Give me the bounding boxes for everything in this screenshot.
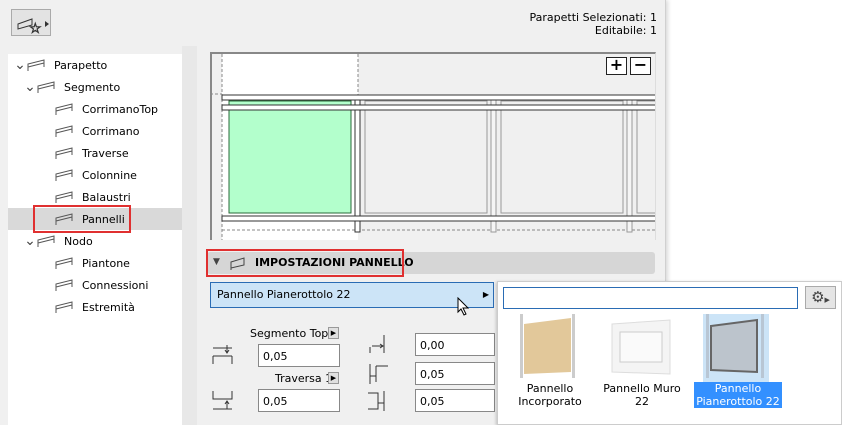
tree-item[interactable]: Piantone (8, 252, 182, 274)
component-icon (55, 169, 73, 181)
segment-top-menu-button[interactable]: ▶ (328, 327, 339, 339)
tree-item[interactable]: Connessioni (8, 274, 182, 296)
left-gap-input[interactable]: 0,05 (415, 362, 495, 385)
side-offset-input[interactable]: 0,00 (415, 333, 495, 356)
tree-item-label: Connessioni (82, 278, 149, 292)
bottom-offset-icon (212, 391, 233, 410)
component-icon (37, 235, 55, 247)
component-icon (55, 301, 73, 313)
railing-drawing (212, 54, 655, 240)
splitter[interactable] (182, 46, 197, 425)
tree-item-label: Colonnine (82, 168, 137, 182)
traverse-label: Traversa 1 (275, 372, 333, 385)
component-icon (55, 103, 73, 115)
item-label: Pannello Incorporato (518, 382, 582, 408)
right-gap-icon (368, 391, 385, 411)
tree-item[interactable]: ⌄ Parapetto (8, 54, 182, 76)
item-label-selected: Pannello Pianerottolo 22 (694, 382, 782, 408)
item-label: Pannello Muro 22 (603, 382, 681, 408)
tree-item-label: CorrimanoTop (82, 102, 159, 116)
gear-icon: ⚙ (811, 288, 825, 306)
settings-gear-button[interactable]: ⚙▶ (805, 286, 836, 309)
component-icon (55, 257, 73, 269)
tree-item[interactable]: Traverse (8, 142, 182, 164)
tree-item[interactable]: Corrimano (8, 120, 182, 142)
chevron-down-icon[interactable]: ⌄ (24, 234, 36, 248)
component-icon (27, 59, 45, 71)
tree-item-label: Piantone (82, 256, 130, 270)
tree-item-label: Segmento (64, 80, 121, 94)
top-offset-input[interactable]: 0,05 (258, 344, 340, 367)
railing-preview[interactable]: + − (210, 52, 656, 240)
svg-text:☆: ☆ (29, 21, 42, 37)
side-offset-icon (369, 335, 385, 353)
railing-star-icon: ☆ (17, 18, 49, 37)
component-icon (37, 81, 55, 93)
zoom-in-button[interactable]: + (606, 57, 627, 75)
highlight-box (206, 249, 404, 277)
thumb-pannello-muro[interactable] (608, 314, 674, 382)
tree-item-label: Balaustri (82, 190, 131, 204)
top-offset-icon (212, 345, 233, 364)
tree-item-label: Corrimano (82, 124, 140, 138)
right-gap-input[interactable]: 0,05 (415, 389, 495, 412)
component-icon (55, 125, 73, 137)
thumb-pannello-pianerottolo[interactable] (703, 314, 769, 382)
panel-type-value: Pannello Pianerottolo 22 (217, 288, 351, 301)
panel-type-select[interactable]: Pannello Pianerottolo 22 ▶ (210, 282, 494, 308)
editable-count: Editabile: 1 (594, 24, 657, 37)
tree-item[interactable]: CorrimanoTop (8, 98, 182, 120)
zoom-out-button[interactable]: − (630, 57, 651, 75)
selected-count: Parapetti Selezionati: 1 (529, 11, 658, 24)
mouse-cursor-icon (457, 297, 470, 316)
selected-panel (228, 100, 352, 214)
tree-item[interactable]: ⌄ Nodo (8, 230, 182, 252)
chevron-down-icon[interactable]: ⌄ (24, 80, 36, 94)
component-icon (55, 191, 73, 203)
wall-panel-icon (611, 319, 671, 375)
component-icon (55, 147, 73, 159)
tree-item-label: Estremità (82, 300, 135, 314)
component-tree: ⌄ Parapetto ⌄ Segmento CorrimanoTop Corrimano… (8, 54, 182, 425)
thumb-pannello-incorporato[interactable] (516, 314, 582, 382)
tree-item-label: Parapetto (54, 58, 108, 72)
panel-library-popup: ⚙▶ Pannello Incorporato Pannello Muro 22… (497, 281, 842, 425)
traverse-menu-button[interactable]: ▶ (328, 372, 339, 384)
landing-panel-icon (706, 314, 764, 378)
favorites-button[interactable]: ☆ (11, 9, 51, 37)
tree-item[interactable]: ⌄ Segmento (8, 76, 182, 98)
component-icon (55, 279, 73, 291)
segment-top-label: Segmento Top (250, 327, 329, 340)
bottom-offset-input[interactable]: 0,05 (258, 389, 340, 412)
chevron-down-icon[interactable]: ⌄ (14, 58, 26, 72)
library-search-input[interactable] (503, 287, 798, 309)
tree-item-label: Traverse (82, 146, 129, 160)
highlight-box (33, 205, 131, 233)
tree-item[interactable]: Colonnine (8, 164, 182, 186)
tree-item-label: Nodo (64, 234, 93, 248)
left-gap-icon (369, 364, 388, 384)
wood-panel-icon (520, 314, 575, 378)
chevron-right-icon: ▶ (482, 290, 489, 299)
tree-item[interactable]: Estremità (8, 296, 182, 318)
